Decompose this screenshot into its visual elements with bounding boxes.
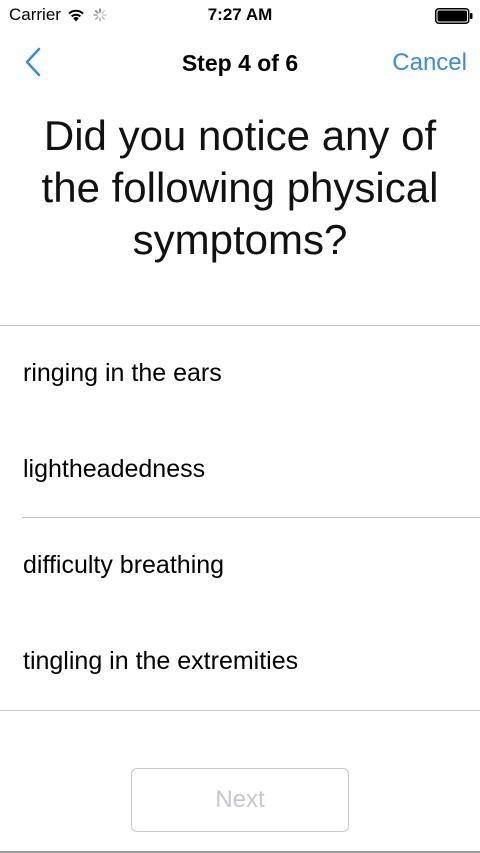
cancel-button[interactable]: Cancel xyxy=(392,49,467,77)
option-tingling-extremities[interactable]: tingling in the extremities xyxy=(0,614,480,710)
option-label: lightheadedness xyxy=(23,455,206,483)
status-bar: Carrier 7:27 AM xyxy=(0,0,480,32)
navigation-bar: Step 4 of 6 Cancel xyxy=(0,32,480,94)
option-lightheadedness[interactable]: lightheadedness xyxy=(0,422,480,518)
list-bottom-divider xyxy=(0,710,480,711)
option-label: ringing in the ears xyxy=(23,359,222,387)
battery-full-icon xyxy=(435,8,473,24)
question-heading: Did you notice any of the following phys… xyxy=(41,112,439,263)
option-label: difficulty breathing xyxy=(23,551,225,579)
status-time: 7:27 AM xyxy=(207,5,273,24)
option-difficulty-breathing[interactable]: difficulty breathing xyxy=(0,518,480,614)
option-label: tingling in the extremities xyxy=(23,647,299,675)
option-ringing-in-ears[interactable]: ringing in the ears xyxy=(0,326,480,422)
next-button[interactable]: Next xyxy=(131,768,349,832)
